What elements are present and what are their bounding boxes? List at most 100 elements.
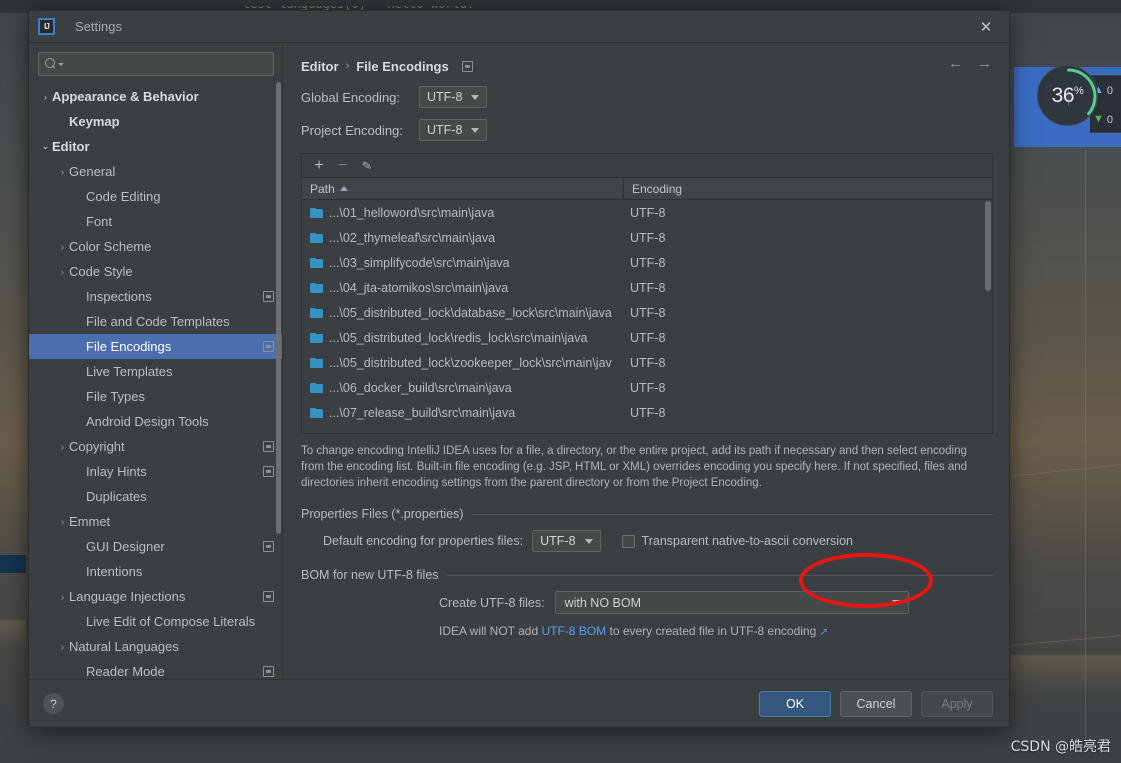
- search-icon: [45, 58, 57, 70]
- sidebar-item-code-editing[interactable]: Code Editing: [29, 184, 282, 209]
- chevron-down-icon: [584, 538, 593, 544]
- bom-group-header: BOM for new UTF-8 files: [301, 568, 993, 582]
- sidebar-item-android-design-tools[interactable]: Android Design Tools: [29, 409, 282, 434]
- sidebar-item-general[interactable]: › General: [29, 159, 282, 184]
- sidebar-item-keymap[interactable]: Keymap: [29, 109, 282, 134]
- sidebar-item-emmet[interactable]: › Emmet: [29, 509, 282, 534]
- utf8-bom-link[interactable]: UTF-8 BOM: [541, 624, 606, 638]
- create-utf8-files-combo[interactable]: with NO BOM: [554, 591, 909, 614]
- project-encoding-combo[interactable]: UTF-8: [419, 119, 488, 141]
- minus-icon[interactable]: −: [331, 155, 355, 177]
- sidebar-item-label: Code Editing: [86, 189, 161, 204]
- ok-button[interactable]: OK: [759, 690, 831, 717]
- sidebar-item-label: General: [69, 164, 116, 179]
- plus-icon[interactable]: +: [307, 155, 331, 177]
- sidebar-item-inspections[interactable]: Inspections: [29, 284, 282, 309]
- sidebar-item-label: Inlay Hints: [86, 464, 147, 479]
- project-scope-icon: [263, 666, 274, 677]
- table-row[interactable]: ...\03_simplifycode\src\main\java UTF-8: [302, 250, 992, 275]
- column-header-encoding[interactable]: Encoding: [624, 182, 682, 196]
- sidebar-item-natural-languages[interactable]: › Natural Languages: [29, 634, 282, 659]
- sidebar-scrollbar[interactable]: [276, 82, 281, 679]
- sidebar-item-code-style[interactable]: › Code Style: [29, 259, 282, 284]
- table-row[interactable]: ...\05_distributed_lock\database_lock\sr…: [302, 300, 992, 325]
- sidebar-item-reader-mode[interactable]: Reader Mode: [29, 659, 282, 679]
- arrow-right-icon[interactable]: →: [977, 55, 992, 72]
- bom-note: IDEA will NOT add UTF-8 BOM to every cre…: [439, 624, 993, 638]
- default-encoding-for-properties-files-combo[interactable]: UTF-8: [532, 530, 601, 552]
- global-encoding-combo[interactable]: UTF-8: [419, 86, 488, 108]
- table-row[interactable]: ...\06_docker_build\src\main\java UTF-8: [302, 375, 992, 400]
- dialog-titlebar: IJ Settings ✕: [29, 11, 1009, 43]
- circular-progress-indicator[interactable]: 36%: [1037, 65, 1098, 126]
- checkbox-box[interactable]: [621, 534, 635, 548]
- sidebar-item-copyright[interactable]: › Copyright: [29, 434, 282, 459]
- sidebar-item-gui-designer[interactable]: GUI Designer: [29, 534, 282, 559]
- sidebar-item-label: Editor: [52, 139, 90, 154]
- sidebar-item-label: Duplicates: [86, 489, 147, 504]
- chevron-icon[interactable]: ›: [39, 92, 52, 102]
- table-row[interactable]: ...\05_distributed_lock\redis_lock\src\m…: [302, 325, 992, 350]
- chevron-icon[interactable]: ›: [56, 642, 69, 652]
- create-utf8-files-row: Create UTF-8 files: with NO BOM: [301, 591, 993, 614]
- table-row[interactable]: ...\07_release_build\src\main\java UTF-8: [302, 400, 992, 425]
- chevron-icon[interactable]: ›: [56, 517, 69, 527]
- pencil-icon[interactable]: ✎: [354, 153, 381, 178]
- table-cell-path: ...\07_release_build\src\main\java: [302, 406, 624, 420]
- cancel-button[interactable]: Cancel: [840, 690, 912, 717]
- sidebar-item-font[interactable]: Font: [29, 209, 282, 234]
- scrollbar-thumb[interactable]: [985, 201, 991, 291]
- path-text: ...\04_jta-atomikos\src\main\java: [329, 280, 509, 295]
- breadcrumb-parent[interactable]: Editor: [301, 59, 339, 74]
- table-row[interactable]: ...\01_helloword\src\main\java UTF-8: [302, 200, 992, 225]
- sidebar-item-inlay-hints[interactable]: Inlay Hints: [29, 459, 282, 484]
- table-row[interactable]: ...\04_jta-atomikos\src\main\java UTF-8: [302, 275, 992, 300]
- sidebar-item-editor[interactable]: ⌄ Editor: [29, 134, 282, 159]
- table-scrollbar[interactable]: [985, 201, 991, 431]
- search-input[interactable]: [64, 57, 267, 71]
- sidebar-item-language-injections[interactable]: › Language Injections: [29, 584, 282, 609]
- sidebar-item-label: Reader Mode: [86, 664, 165, 679]
- sidebar-item-file-types[interactable]: File Types: [29, 384, 282, 409]
- sidebar-item-live-edit-of-compose-literals[interactable]: Live Edit of Compose Literals: [29, 609, 282, 634]
- sidebar-item-appearance-behavior[interactable]: › Appearance & Behavior: [29, 84, 282, 109]
- sidebar-item-label: Color Scheme: [69, 239, 152, 254]
- settings-dialog: IJ Settings ✕ › Appearance & Behavior Keym…: [28, 10, 1010, 728]
- close-icon[interactable]: ✕: [963, 11, 1009, 42]
- transparent-native-to-ascii-checkbox[interactable]: Transparent native-to-ascii conversion: [621, 534, 853, 548]
- folder-icon: [310, 232, 323, 243]
- column-header-path[interactable]: Path: [302, 178, 624, 199]
- chevron-icon[interactable]: ›: [56, 242, 69, 252]
- chevron-icon[interactable]: ›: [56, 442, 69, 452]
- help-button[interactable]: ?: [43, 693, 64, 714]
- arrow-left-icon[interactable]: ←: [948, 55, 963, 72]
- global-encoding-row: Global Encoding: UTF-8: [301, 84, 993, 110]
- sidebar-item-file-and-code-templates[interactable]: File and Code Templates: [29, 309, 282, 334]
- progress-percent-label: 36%: [1051, 83, 1084, 107]
- sidebar-item-label: Android Design Tools: [86, 414, 209, 429]
- project-scope-icon: [263, 591, 274, 602]
- sidebar-item-color-scheme[interactable]: › Color Scheme: [29, 234, 282, 259]
- external-link-icon[interactable]: ↗: [820, 627, 828, 638]
- table-row[interactable]: ...\02_thymeleaf\src\main\java UTF-8: [302, 225, 992, 250]
- chevron-icon[interactable]: ›: [56, 592, 69, 602]
- sidebar-item-label: Emmet: [69, 514, 111, 529]
- sidebar-item-duplicates[interactable]: Duplicates: [29, 484, 282, 509]
- wallpaper-pole: [1085, 150, 1086, 750]
- properties-group-body: Default encoding for properties files: U…: [301, 521, 993, 552]
- scrollbar-thumb[interactable]: [276, 82, 281, 534]
- table-cell-path: ...\06_docker_build\src\main\java: [302, 381, 624, 395]
- search-box[interactable]: [38, 52, 274, 76]
- settings-tree: › Appearance & Behavior Keymap ⌄ Editor › Gene…: [29, 82, 282, 679]
- chevron-icon[interactable]: ›: [56, 267, 69, 277]
- table-row[interactable]: ...\05_distributed_lock\zookeeper_lock\s…: [302, 350, 992, 375]
- sidebar-item-file-encodings[interactable]: File Encodings: [29, 334, 282, 359]
- sidebar-item-intentions[interactable]: Intentions: [29, 559, 282, 584]
- chevron-icon[interactable]: ›: [56, 167, 69, 177]
- bom-note-suffix: to every created file in UTF-8 encoding: [606, 624, 817, 638]
- table-cell-path: ...\02_thymeleaf\src\main\java: [302, 231, 624, 245]
- apply-button[interactable]: Apply: [921, 690, 993, 717]
- chevron-icon[interactable]: ⌄: [39, 141, 52, 152]
- breadcrumb: Editor › File Encodings: [301, 55, 993, 77]
- sidebar-item-live-templates[interactable]: Live Templates: [29, 359, 282, 384]
